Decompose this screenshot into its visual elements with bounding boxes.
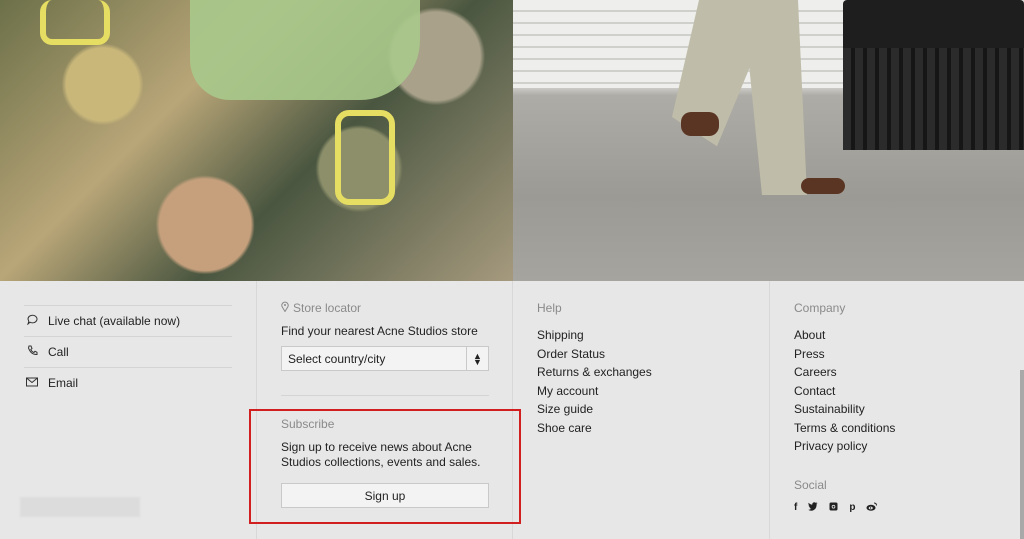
company-link-press[interactable]: Press xyxy=(794,347,994,366)
sandal-right xyxy=(335,110,395,205)
contact-list: Live chat (available now) Call Email xyxy=(24,305,232,398)
help-link-shipping[interactable]: Shipping xyxy=(537,328,737,347)
shoe xyxy=(801,178,845,194)
country-city-select[interactable]: Select country/city ▲ ▼ xyxy=(281,346,489,371)
company-links: About Press Careers Contact Sustainabili… xyxy=(794,328,994,458)
select-value: Select country/city xyxy=(288,351,386,366)
company-link-sustainability[interactable]: Sustainability xyxy=(794,402,994,421)
company-link-privacy[interactable]: Privacy policy xyxy=(794,439,994,458)
company-link-contact[interactable]: Contact xyxy=(794,384,994,403)
help-link-order-status[interactable]: Order Status xyxy=(537,347,737,366)
company-section: Company About Press Careers Contact Sust… xyxy=(794,301,994,514)
call-link[interactable]: Call xyxy=(24,336,232,367)
column-divider xyxy=(769,281,770,539)
store-locator: Store locator Find your nearest Acne Stu… xyxy=(281,301,489,371)
store-locator-subtitle: Find your nearest Acne Studios store xyxy=(281,324,478,338)
company-link-terms[interactable]: Terms & conditions xyxy=(794,421,994,440)
company-link-about[interactable]: About xyxy=(794,328,994,347)
footer: Live chat (available now) Call Email Sto… xyxy=(0,281,1024,539)
email-link[interactable]: Email xyxy=(24,367,232,398)
help-title: Help xyxy=(537,301,562,315)
facebook-icon[interactable]: f xyxy=(794,502,797,514)
help-link-my-account[interactable]: My account xyxy=(537,384,737,403)
help-link-shoe-care[interactable]: Shoe care xyxy=(537,421,737,440)
highlight-box xyxy=(249,409,521,524)
redacted-element xyxy=(20,497,140,517)
sandal-left xyxy=(40,0,110,45)
pinterest-icon[interactable]: p xyxy=(849,502,855,514)
email-label: Email xyxy=(48,376,79,390)
social-title: Social xyxy=(794,477,827,492)
help-link-returns[interactable]: Returns & exchanges xyxy=(537,365,737,384)
shoe xyxy=(681,112,719,136)
live-chat-link[interactable]: Live chat (available now) xyxy=(24,305,232,336)
scrollbar[interactable] xyxy=(1020,370,1024,539)
live-chat-label: Live chat (available now) xyxy=(48,314,181,328)
help-link-size-guide[interactable]: Size guide xyxy=(537,402,737,421)
instagram-icon[interactable] xyxy=(829,502,838,514)
select-arrows-icon: ▲ ▼ xyxy=(466,347,488,370)
twitter-icon[interactable] xyxy=(808,501,818,514)
location-pin-icon xyxy=(281,301,289,315)
hero-image-right[interactable] xyxy=(513,0,1024,281)
phone-icon xyxy=(24,345,40,359)
help-section: Help Shipping Order Status Returns & exc… xyxy=(537,301,737,439)
social-links: f p xyxy=(794,502,994,514)
store-locator-title[interactable]: Store locator xyxy=(281,301,489,315)
help-links: Shipping Order Status Returns & exchange… xyxy=(537,328,737,439)
dress-shape xyxy=(190,0,420,100)
crates xyxy=(843,0,1024,150)
hero-image-left[interactable] xyxy=(0,0,513,281)
hero-images xyxy=(0,0,1024,281)
divider xyxy=(281,395,489,396)
weibo-icon[interactable] xyxy=(866,502,878,514)
envelope-icon xyxy=(24,377,40,390)
company-link-careers[interactable]: Careers xyxy=(794,365,994,384)
company-title: Company xyxy=(794,301,846,315)
call-label: Call xyxy=(48,345,69,359)
chat-bubble-icon xyxy=(24,314,40,328)
